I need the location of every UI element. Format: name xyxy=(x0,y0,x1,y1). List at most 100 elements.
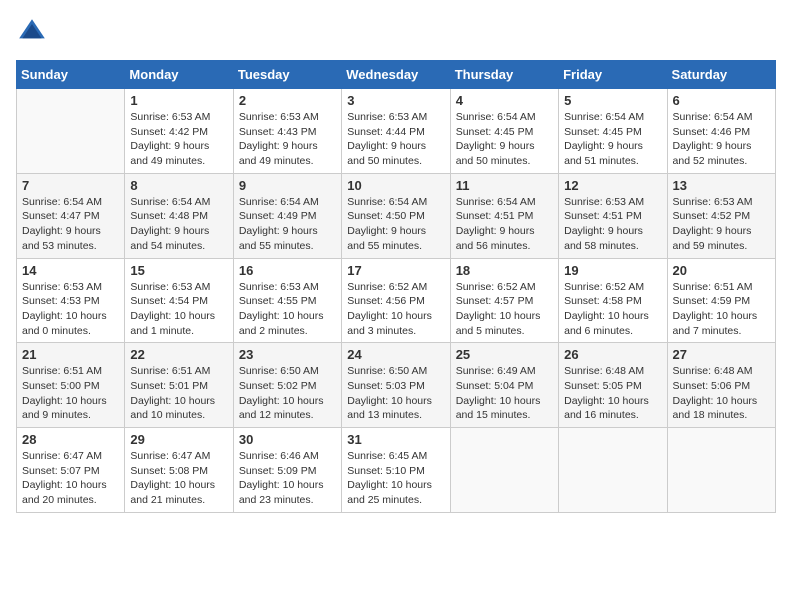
day-number: 15 xyxy=(130,263,227,278)
day-info: Sunrise: 6:51 AMSunset: 5:00 PMDaylight:… xyxy=(22,364,119,423)
day-number: 19 xyxy=(564,263,661,278)
calendar-cell: 30 Sunrise: 6:46 AMSunset: 5:09 PMDayligh… xyxy=(233,428,341,513)
day-info: Sunrise: 6:47 AMSunset: 5:07 PMDaylight:… xyxy=(22,449,119,508)
weekday-header-thursday: Thursday xyxy=(450,61,558,89)
day-number: 5 xyxy=(564,93,661,108)
calendar-cell: 7 Sunrise: 6:54 AMSunset: 4:47 PMDaylight… xyxy=(17,173,125,258)
calendar-week-4: 21 Sunrise: 6:51 AMSunset: 5:00 PMDayligh… xyxy=(17,343,776,428)
day-number: 23 xyxy=(239,347,336,362)
calendar-cell: 13 Sunrise: 6:53 AMSunset: 4:52 PMDayligh… xyxy=(667,173,775,258)
calendar-cell: 3Sunrise: 6:53 AMSunset: 4:44 PMDaylight… xyxy=(342,89,450,174)
calendar-cell: 26 Sunrise: 6:48 AMSunset: 5:05 PMDayligh… xyxy=(559,343,667,428)
calendar-cell: 15Sunrise: 6:53 AMSunset: 4:54 PMDayligh… xyxy=(125,258,233,343)
day-number: 6 xyxy=(673,93,770,108)
calendar-cell: 18 Sunrise: 6:52 AMSunset: 4:57 PMDayligh… xyxy=(450,258,558,343)
day-info: Sunrise: 6:48 AMSunset: 5:06 PMDaylight:… xyxy=(673,364,770,423)
calendar-cell xyxy=(559,428,667,513)
calendar-cell xyxy=(667,428,775,513)
day-number: 20 xyxy=(673,263,770,278)
day-number: 16 xyxy=(239,263,336,278)
day-number: 26 xyxy=(564,347,661,362)
weekday-header-saturday: Saturday xyxy=(667,61,775,89)
day-info: Sunrise: 6:52 AMSunset: 4:58 PMDaylight:… xyxy=(564,280,661,339)
day-info: Sunrise: 6:51 AMSunset: 4:59 PMDaylight:… xyxy=(673,280,770,339)
calendar-cell: 19 Sunrise: 6:52 AMSunset: 4:58 PMDayligh… xyxy=(559,258,667,343)
calendar-cell: 21 Sunrise: 6:51 AMSunset: 5:00 PMDayligh… xyxy=(17,343,125,428)
day-number: 17 xyxy=(347,263,444,278)
day-number: 3 xyxy=(347,93,444,108)
day-number: 30 xyxy=(239,432,336,447)
calendar-cell: 8 Sunrise: 6:54 AMSunset: 4:48 PMDaylight… xyxy=(125,173,233,258)
calendar-week-3: 14 Sunrise: 6:53 AMSunset: 4:53 PMDayligh… xyxy=(17,258,776,343)
day-number: 1 xyxy=(130,93,227,108)
day-info: Sunrise: 6:52 AMSunset: 4:57 PMDaylight:… xyxy=(456,280,553,339)
day-info: Sunrise: 6:48 AMSunset: 5:05 PMDaylight:… xyxy=(564,364,661,423)
day-info: Sunrise: 6:53 AMSunset: 4:52 PMDaylight:… xyxy=(673,195,770,254)
calendar-cell: 25 Sunrise: 6:49 AMSunset: 5:04 PMDayligh… xyxy=(450,343,558,428)
calendar-cell: 23Sunrise: 6:50 AMSunset: 5:02 PMDayligh… xyxy=(233,343,341,428)
calendar-cell: 29 Sunrise: 6:47 AMSunset: 5:08 PMDayligh… xyxy=(125,428,233,513)
weekday-header-row: SundayMondayTuesdayWednesdayThursdayFrid… xyxy=(17,61,776,89)
calendar-cell xyxy=(450,428,558,513)
day-info: Sunrise: 6:50 AMSunset: 5:03 PMDaylight:… xyxy=(347,364,444,423)
day-info: Sunrise: 6:53 AMSunset: 4:53 PMDaylight:… xyxy=(22,280,119,339)
day-info: Sunrise: 6:47 AMSunset: 5:08 PMDaylight:… xyxy=(130,449,227,508)
day-number: 18 xyxy=(456,263,553,278)
day-number: 25 xyxy=(456,347,553,362)
day-number: 22 xyxy=(130,347,227,362)
day-info: Sunrise: 6:54 AMSunset: 4:45 PMDaylight:… xyxy=(564,110,661,169)
day-number: 13 xyxy=(673,178,770,193)
day-number: 4 xyxy=(456,93,553,108)
day-info: Sunrise: 6:53 AMSunset: 4:42 PMDaylight:… xyxy=(130,110,227,169)
weekday-header-monday: Monday xyxy=(125,61,233,89)
calendar-cell: 20 Sunrise: 6:51 AMSunset: 4:59 PMDayligh… xyxy=(667,258,775,343)
weekday-header-friday: Friday xyxy=(559,61,667,89)
day-info: Sunrise: 6:52 AMSunset: 4:56 PMDaylight:… xyxy=(347,280,444,339)
day-info: Sunrise: 6:54 AMSunset: 4:47 PMDaylight:… xyxy=(22,195,119,254)
calendar-cell: 31Sunrise: 6:45 AMSunset: 5:10 PMDayligh… xyxy=(342,428,450,513)
calendar-cell: 28 Sunrise: 6:47 AMSunset: 5:07 PMDayligh… xyxy=(17,428,125,513)
day-info: Sunrise: 6:54 AMSunset: 4:48 PMDaylight:… xyxy=(130,195,227,254)
calendar-week-1: 1 Sunrise: 6:53 AMSunset: 4:42 PMDaylight… xyxy=(17,89,776,174)
calendar-cell: 14 Sunrise: 6:53 AMSunset: 4:53 PMDayligh… xyxy=(17,258,125,343)
calendar-cell: 9 Sunrise: 6:54 AMSunset: 4:49 PMDaylight… xyxy=(233,173,341,258)
day-number: 27 xyxy=(673,347,770,362)
day-info: Sunrise: 6:54 AMSunset: 4:45 PMDaylight:… xyxy=(456,110,553,169)
day-number: 10 xyxy=(347,178,444,193)
day-info: Sunrise: 6:49 AMSunset: 5:04 PMDaylight:… xyxy=(456,364,553,423)
weekday-header-wednesday: Wednesday xyxy=(342,61,450,89)
calendar-cell xyxy=(17,89,125,174)
day-number: 7 xyxy=(22,178,119,193)
day-number: 11 xyxy=(456,178,553,193)
day-info: Sunrise: 6:53 AMSunset: 4:55 PMDaylight:… xyxy=(239,280,336,339)
day-info: Sunrise: 6:54 AMSunset: 4:46 PMDaylight:… xyxy=(673,110,770,169)
calendar-cell: 6 Sunrise: 6:54 AMSunset: 4:46 PMDaylight… xyxy=(667,89,775,174)
day-number: 14 xyxy=(22,263,119,278)
day-info: Sunrise: 6:54 AMSunset: 4:49 PMDaylight:… xyxy=(239,195,336,254)
day-number: 28 xyxy=(22,432,119,447)
calendar-cell: 10 Sunrise: 6:54 AMSunset: 4:50 PMDayligh… xyxy=(342,173,450,258)
day-number: 21 xyxy=(22,347,119,362)
day-info: Sunrise: 6:46 AMSunset: 5:09 PMDaylight:… xyxy=(239,449,336,508)
page-header xyxy=(16,16,776,48)
calendar-cell: 5 Sunrise: 6:54 AMSunset: 4:45 PMDaylight… xyxy=(559,89,667,174)
day-info: Sunrise: 6:54 AMSunset: 4:50 PMDaylight:… xyxy=(347,195,444,254)
day-number: 29 xyxy=(130,432,227,447)
day-number: 9 xyxy=(239,178,336,193)
weekday-header-sunday: Sunday xyxy=(17,61,125,89)
calendar-cell: 12Sunrise: 6:53 AMSunset: 4:51 PMDayligh… xyxy=(559,173,667,258)
day-number: 31 xyxy=(347,432,444,447)
calendar-week-2: 7 Sunrise: 6:54 AMSunset: 4:47 PMDaylight… xyxy=(17,173,776,258)
day-number: 12 xyxy=(564,178,661,193)
weekday-header-tuesday: Tuesday xyxy=(233,61,341,89)
day-info: Sunrise: 6:51 AMSunset: 5:01 PMDaylight:… xyxy=(130,364,227,423)
calendar-cell: 17 Sunrise: 6:52 AMSunset: 4:56 PMDayligh… xyxy=(342,258,450,343)
calendar-week-5: 28 Sunrise: 6:47 AMSunset: 5:07 PMDayligh… xyxy=(17,428,776,513)
calendar-cell: 1 Sunrise: 6:53 AMSunset: 4:42 PMDaylight… xyxy=(125,89,233,174)
logo xyxy=(16,16,52,48)
day-info: Sunrise: 6:53 AMSunset: 4:43 PMDaylight:… xyxy=(239,110,336,169)
calendar-cell: 22 Sunrise: 6:51 AMSunset: 5:01 PMDayligh… xyxy=(125,343,233,428)
day-number: 8 xyxy=(130,178,227,193)
logo-icon xyxy=(16,16,48,48)
calendar-cell: 24Sunrise: 6:50 AMSunset: 5:03 PMDayligh… xyxy=(342,343,450,428)
